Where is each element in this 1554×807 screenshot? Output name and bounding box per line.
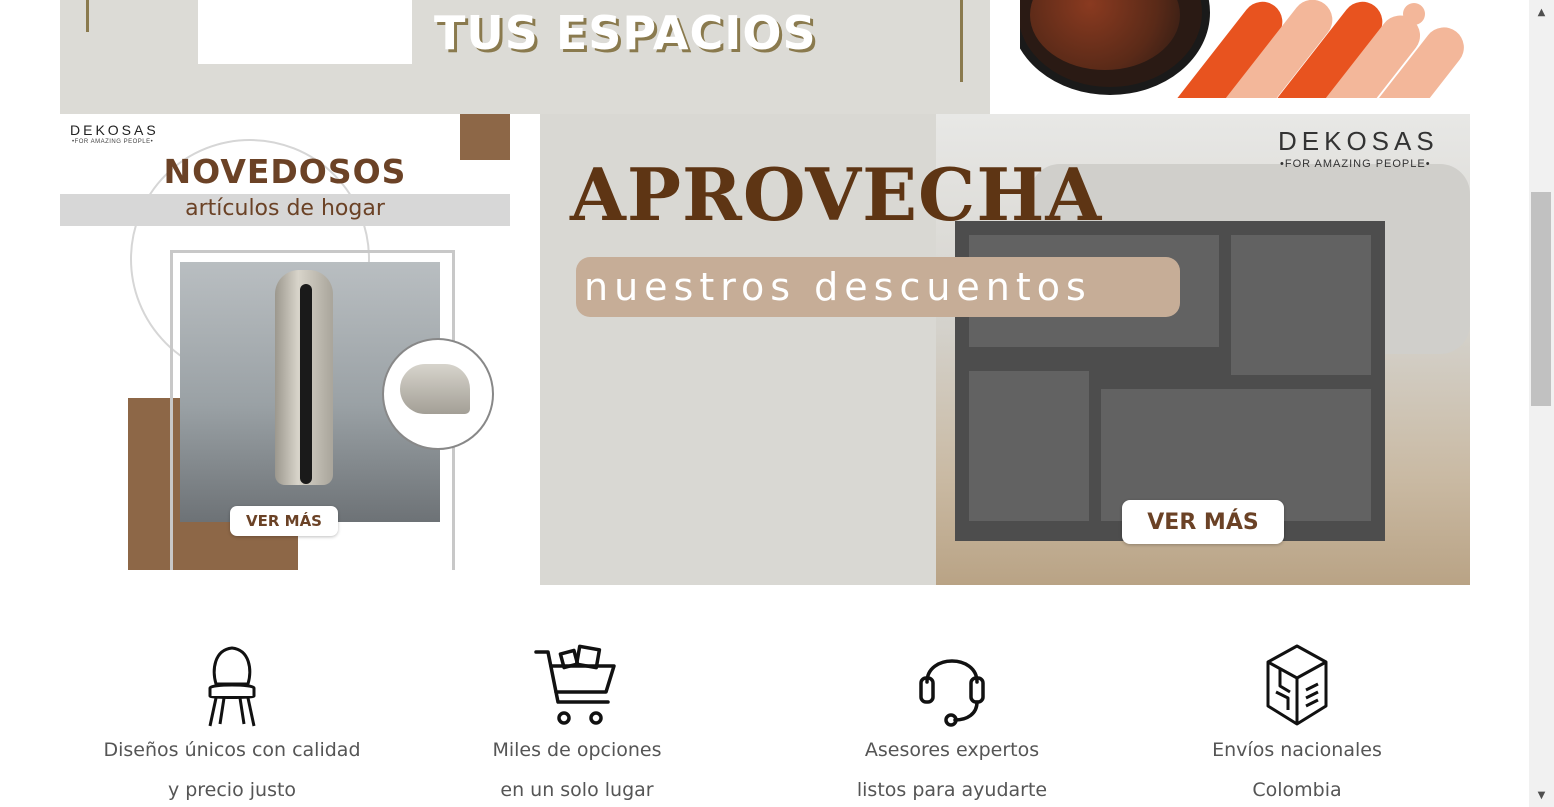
banner-subtitle: artículos de hogar bbox=[185, 196, 385, 221]
banner-cookware[interactable] bbox=[1020, 0, 1470, 98]
banner-frame-line bbox=[960, 0, 963, 82]
banner-title: NOVEDOSOS bbox=[163, 152, 407, 191]
feature-options: Miles de opciones en un solo lugar bbox=[427, 640, 727, 807]
headset-icon bbox=[919, 659, 985, 727]
shelf-cell bbox=[1231, 235, 1371, 375]
feature-shipping: Envíos nacionales Colombia bbox=[1147, 640, 1447, 807]
feature-text-line1: Envíos nacionales bbox=[1212, 739, 1382, 761]
feature-designs: Diseños únicos con calidad y precio just… bbox=[82, 640, 382, 807]
package-box-icon bbox=[1266, 644, 1328, 726]
scroll-down-arrow-icon[interactable]: ▼ bbox=[1529, 785, 1554, 805]
banner-aprovecha[interactable]: DEKOSAS •FOR AMAZING PEOPLE• APROVECHA n… bbox=[540, 114, 1470, 585]
shopping-cart-icon bbox=[534, 644, 616, 725]
ver-mas-button[interactable]: VER MÁS bbox=[1122, 500, 1284, 544]
ver-mas-button[interactable]: VER MÁS bbox=[230, 506, 338, 536]
feature-text-line1: Miles de opciones bbox=[492, 739, 662, 761]
banner-subtitle: nuestros descuentos bbox=[584, 265, 1092, 309]
brand-logo: DEKOSAS bbox=[70, 122, 159, 138]
banner-title: APROVECHA bbox=[570, 152, 1103, 237]
banner-white-panel bbox=[198, 0, 412, 64]
scroll-up-arrow-icon[interactable]: ▲ bbox=[1529, 2, 1554, 22]
banner-frame-line bbox=[86, 0, 89, 32]
scrollbar-thumb[interactable] bbox=[1531, 192, 1551, 406]
dispenser-detail-image bbox=[400, 364, 470, 414]
feature-text-line1: Asesores expertos bbox=[864, 739, 1040, 761]
feature-text-line2: y precio justo bbox=[167, 779, 297, 801]
dispenser-strip bbox=[300, 284, 312, 484]
chair-icon bbox=[208, 646, 256, 727]
feature-text-line2: Colombia bbox=[1252, 779, 1342, 801]
shelf-cell bbox=[969, 371, 1089, 521]
feature-text-line2: listos para ayudarte bbox=[856, 779, 1048, 801]
banner-tus-espacios[interactable]: TUS ESPACIOS bbox=[60, 0, 990, 114]
brand-tagline: •FOR AMAZING PEOPLE• bbox=[72, 139, 154, 145]
feature-text-line1: Diseños únicos con calidad bbox=[103, 739, 361, 761]
feature-text-line2: en un solo lugar bbox=[500, 779, 654, 801]
decorative-dot bbox=[1403, 3, 1425, 25]
brand-tagline: •FOR AMAZING PEOPLE• bbox=[1280, 158, 1431, 170]
banner-novedosos[interactable]: DEKOSAS •FOR AMAZING PEOPLE• NOVEDOSOS a… bbox=[60, 114, 510, 570]
banner-headline: TUS ESPACIOS bbox=[434, 6, 817, 60]
feature-advisors: Asesores expertos listos para ayudarte bbox=[802, 640, 1102, 807]
brand-logo: DEKOSAS bbox=[1278, 126, 1439, 156]
